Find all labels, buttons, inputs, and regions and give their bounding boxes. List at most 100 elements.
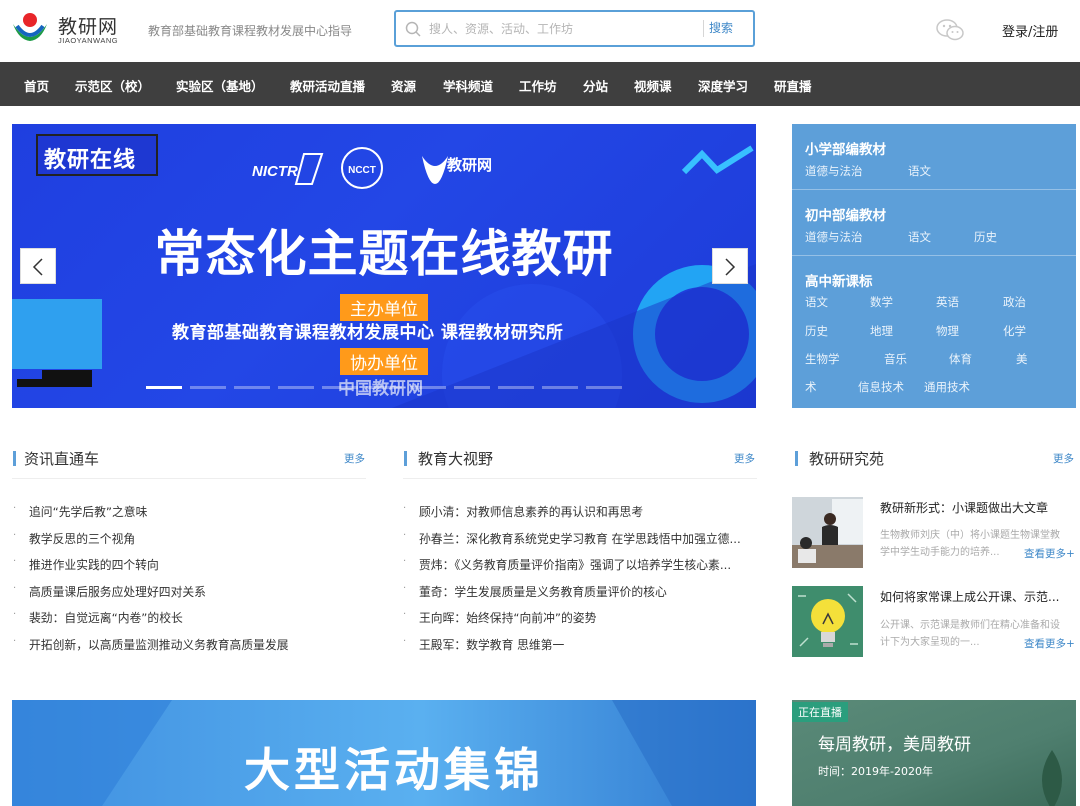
search-icon <box>405 21 421 37</box>
card-desc-line: 公开课、示范课是教师们在精心准备和设 <box>880 620 1060 631</box>
carousel-dot[interactable] <box>146 386 182 389</box>
section-marker <box>404 451 407 466</box>
card-desc-line: 生物教师刘庆（中）将小课题生物课堂教 <box>880 530 1060 541</box>
banner-badge-text: 教研在线 <box>44 148 137 173</box>
search-button[interactable]: 搜索 <box>709 19 733 36</box>
wechat-icon[interactable] <box>935 17 965 43</box>
partner-logos: NICTR NCCT <box>252 147 448 189</box>
subject-link[interactable]: 物理 <box>936 323 959 339</box>
textbook-subjects-panel: 小学部编教材 道德与法治 语文 初中部编教材 道德与法治 语文 历史 高中新课标… <box>792 124 1076 408</box>
chevron-right-icon <box>725 258 736 276</box>
nav-subject-channel[interactable]: 学科频道 <box>443 76 493 95</box>
card-desc-line: 学中学生动手能力的培养... <box>880 547 1000 558</box>
news-link[interactable]: 孙春兰：深化教育系统党史学习教育 在学思践悟中加强立德... <box>419 530 757 547</box>
subject-link[interactable]: 通用技术 <box>924 379 970 395</box>
card-title[interactable]: 教研新形式：小课题做出大文章 <box>880 499 1072 516</box>
subject-link[interactable]: 语文 <box>908 229 931 245</box>
news-link[interactable]: 董奇：学生发展质量是义务教育质量评价的核心 <box>419 583 757 600</box>
card-thumbnail-lightbulb[interactable] <box>792 586 863 657</box>
subject-link[interactable]: 化学 <box>1003 323 1026 339</box>
subject-link[interactable]: 历史 <box>805 323 828 339</box>
middle-textbooks-heading: 初中部编教材 <box>805 208 886 224</box>
leaf-decoration <box>1042 750 1062 806</box>
carousel-dot[interactable] <box>454 386 490 389</box>
subject-link[interactable]: 音乐 <box>884 351 907 367</box>
subject-link[interactable]: 英语 <box>936 294 959 310</box>
subject-link[interactable]: 信息技术 <box>858 379 904 395</box>
card-title[interactable]: 如何将家常课上成公开课、示范... <box>880 588 1072 605</box>
logo-mark-icon <box>13 13 47 41</box>
nav-workshop[interactable]: 工作坊 <box>519 76 557 95</box>
carousel-dot[interactable] <box>366 386 402 389</box>
subject-link[interactable]: 历史 <box>974 229 997 245</box>
tagline: 教育部基础教育课程教材发展中心指导 <box>148 24 353 38</box>
subject-link[interactable]: 地理 <box>870 323 893 339</box>
nav-resources[interactable]: 资源 <box>391 76 416 95</box>
subject-link[interactable]: 生物学 <box>805 351 840 367</box>
section-marker <box>795 451 798 466</box>
news-more-link[interactable]: 更多 <box>344 451 365 466</box>
nav-video-class[interactable]: 视频课 <box>634 76 672 95</box>
subject-link[interactable]: 语文 <box>805 294 828 310</box>
news-link[interactable]: 教学反思的三个视角 <box>29 530 359 547</box>
subject-link[interactable]: 美 <box>1016 351 1028 367</box>
nav-branch[interactable]: 分站 <box>583 76 608 95</box>
live-time: 时间：2019年-2020年 <box>818 765 933 778</box>
carousel-indicators <box>146 386 626 389</box>
carousel-next-button[interactable] <box>712 248 748 284</box>
vision-more-link[interactable]: 更多 <box>734 451 755 466</box>
nav-research-live[interactable]: 研直播 <box>774 76 812 95</box>
nictr-logo-text: NICTR <box>252 163 298 180</box>
carousel-dot[interactable] <box>278 386 314 389</box>
hero-carousel[interactable]: 教研在线 NICTR NCCT 教研网 常态化主题在线教研 主办单位 教育部基础… <box>12 124 756 408</box>
bullet: · <box>403 503 407 514</box>
carousel-dot[interactable] <box>234 386 270 389</box>
nav-deep-learning[interactable]: 深度学习 <box>698 76 748 95</box>
nav-experiment-zone[interactable]: 实验区（基地） <box>176 76 264 95</box>
card-thumbnail-classroom[interactable] <box>792 497 863 568</box>
live-title: 每周教研，美周教研 <box>818 735 971 755</box>
chevron-left-icon <box>32 258 43 276</box>
login-register-link[interactable]: 登录/注册 <box>1002 21 1058 40</box>
events-banner[interactable]: 大型活动集锦 <box>12 700 756 806</box>
ncct-logo-text: NCCT <box>348 165 376 176</box>
research-more-link[interactable]: 更多 <box>1053 451 1074 466</box>
subject-link[interactable]: 语文 <box>908 163 931 179</box>
news-link[interactable]: 推进作业实践的四个转向 <box>29 556 359 573</box>
nav-live-activities[interactable]: 教研活动直播 <box>290 76 365 95</box>
primary-textbooks-heading: 小学部编教材 <box>805 142 886 158</box>
search-input[interactable] <box>429 18 699 40</box>
news-link[interactable]: 裴劲：自觉远离“内卷”的校长 <box>29 609 359 626</box>
card-more-link[interactable]: 查看更多+ <box>1024 546 1075 561</box>
bullet: · <box>403 529 407 541</box>
card-more-link[interactable]: 查看更多+ <box>1024 636 1075 651</box>
carousel-dot[interactable] <box>542 386 578 389</box>
carousel-prev-button[interactable] <box>20 248 56 284</box>
carousel-dot[interactable] <box>586 386 622 389</box>
vision-section-title: 教育大视野 <box>418 450 494 468</box>
news-link[interactable]: 王向晖：始终保持“向前冲”的姿势 <box>419 609 757 626</box>
subject-link[interactable]: 道德与法治 <box>805 229 863 245</box>
news-link[interactable]: 王殿军：数学教育 思维第一 <box>419 636 757 653</box>
main-nav: 首页 示范区（校） 实验区（基地） 教研活动直播 资源 学科频道 工作坊 分站 … <box>0 62 1080 106</box>
search-box: 搜索 <box>394 10 755 47</box>
news-link[interactable]: 开拓创新，以高质量监测推动义务教育高质量发展 <box>29 636 359 653</box>
news-link[interactable]: 追问“先学后教”之意味 <box>29 503 359 520</box>
nav-demo-zone[interactable]: 示范区（校） <box>75 76 150 95</box>
subject-link[interactable]: 道德与法治 <box>805 163 863 179</box>
nav-home[interactable]: 首页 <box>24 76 49 95</box>
carousel-dot[interactable] <box>410 386 446 389</box>
subject-link[interactable]: 体育 <box>949 351 972 367</box>
subject-link[interactable]: 数学 <box>870 294 893 310</box>
news-link[interactable]: 贾炜：《义务教育质量评价指南》强调了以培养学生核心素... <box>419 556 757 573</box>
news-link[interactable]: 顾小清：对教师信息素养的再认识和再思考 <box>419 503 757 520</box>
carousel-dot[interactable] <box>190 386 226 389</box>
carousel-dot[interactable] <box>322 386 358 389</box>
events-banner-title: 大型活动集锦 <box>244 743 544 797</box>
subject-link[interactable]: 政治 <box>1003 294 1026 310</box>
carousel-dot[interactable] <box>498 386 534 389</box>
subject-link[interactable]: 术 <box>805 379 817 395</box>
news-link[interactable]: 高质量课后服务应处理好四对关系 <box>29 583 359 600</box>
live-stream-card[interactable]: 正在直播 每周教研，美周教研 时间：2019年-2020年 <box>792 700 1076 806</box>
site-logo[interactable]: 教研网 JIAOYANWANG <box>11 8 126 48</box>
